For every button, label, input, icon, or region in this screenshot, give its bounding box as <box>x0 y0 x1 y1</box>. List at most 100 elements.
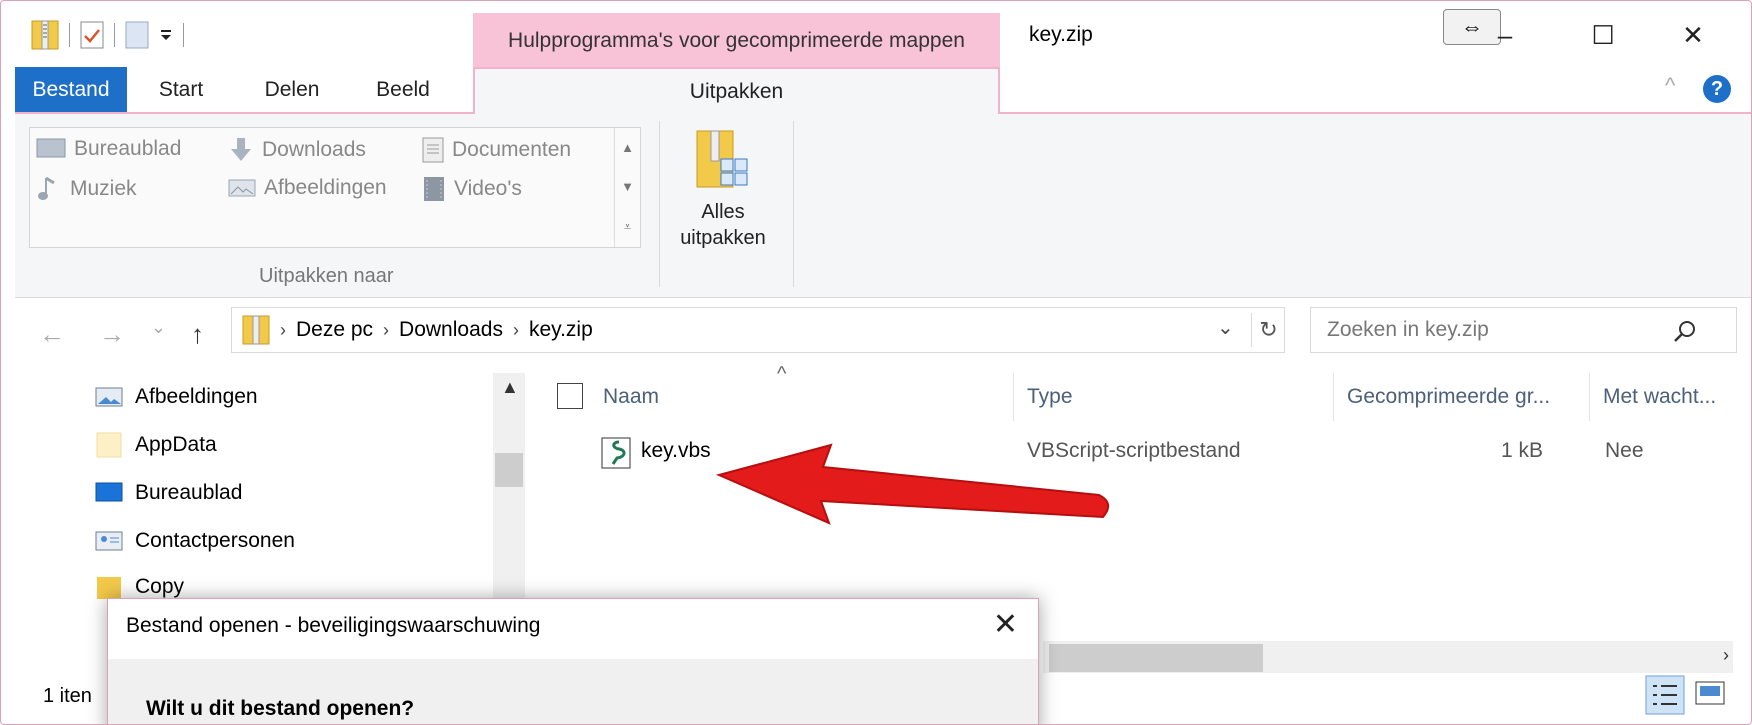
destination-afbeeldingen[interactable]: Afbeeldingen <box>228 176 387 200</box>
tree-label: Copy <box>135 575 185 598</box>
desktop-icon <box>95 482 123 502</box>
column-header-naam[interactable]: Naam <box>603 385 659 409</box>
collapse-ribbon-button[interactable]: ^ <box>1665 73 1675 99</box>
gallery-more-icon[interactable]: ⩡ <box>624 219 631 235</box>
separator <box>114 23 115 47</box>
minimize-button[interactable]: – <box>1469 11 1541 59</box>
pictures-icon <box>228 179 256 197</box>
help-button[interactable]: ? <box>1703 75 1731 103</box>
large-icons-view-icon[interactable] <box>1695 681 1725 707</box>
new-folder-icon[interactable] <box>125 21 149 49</box>
tab-start[interactable]: Start <box>127 67 235 112</box>
scroll-right-icon[interactable]: › <box>1723 645 1729 666</box>
annotation-arrow <box>715 443 1110 525</box>
vbscript-file-icon[interactable] <box>601 437 631 469</box>
recent-locations-button[interactable]: ⌄ <box>151 317 166 338</box>
dialog-close-button[interactable]: ✕ <box>993 607 1018 642</box>
breadcrumb-key-zip[interactable]: key.zip <box>529 318 593 342</box>
download-icon <box>231 138 251 161</box>
status-item-count: 1 iten <box>43 685 92 707</box>
tree-label: AppData <box>135 433 217 456</box>
breadcrumb-downloads[interactable]: Downloads <box>399 318 503 342</box>
destination-videos[interactable]: Video's <box>422 176 522 202</box>
dialog-question: Wilt u dit bestand openen? <box>146 697 415 720</box>
gallery-scroll[interactable]: ▲ ▼ ⩡ <box>614 128 640 247</box>
breadcrumb-separator[interactable]: › <box>513 320 519 341</box>
extract-all-button[interactable]: Alles uitpakken <box>663 129 783 251</box>
group-label: Uitpakken naar <box>259 265 394 287</box>
sort-indicator-icon: ^ <box>777 363 787 385</box>
tree-item-contactpersonen[interactable]: Contactpersonen <box>95 521 295 561</box>
address-bar[interactable]: › Deze pc › Downloads › key.zip <box>231 307 1285 353</box>
scroll-up-icon[interactable]: ▲ <box>501 377 519 398</box>
tab-uitpakken[interactable]: Uitpakken <box>473 67 1000 114</box>
column-divider[interactable] <box>1333 373 1334 421</box>
up-button[interactable]: ↑ <box>191 319 204 350</box>
separator <box>69 23 70 47</box>
tab-join <box>475 110 998 116</box>
explorer-window: Hulpprogramma's voor gecomprimeerde mapp… <box>0 0 1752 725</box>
destination-label: Downloads <box>262 138 366 161</box>
tab-beeld[interactable]: Beeld <box>349 67 457 112</box>
extract-all-icon <box>696 130 748 188</box>
folder-icon <box>97 577 121 599</box>
tab-bestand[interactable]: Bestand <box>15 67 127 112</box>
select-all-checkbox[interactable] <box>557 383 583 409</box>
dialog-body: Wilt u dit bestand openen? <box>108 659 1038 724</box>
maximize-button[interactable]: ☐ <box>1567 11 1639 59</box>
zip-folder-icon <box>242 315 270 345</box>
refresh-button[interactable]: ↻ <box>1251 313 1285 347</box>
scrollbar-thumb[interactable] <box>495 453 523 487</box>
file-compressed-size: 1 kB <box>1501 439 1544 462</box>
ribbon-tabs: Bestand Start Delen Beeld <box>15 67 457 112</box>
breadcrumb-separator[interactable]: › <box>280 320 286 341</box>
tab-delen[interactable]: Delen <box>235 67 349 112</box>
column-header-compressed-size[interactable]: Gecomprimeerde gr... <box>1347 385 1550 409</box>
destination-label: Muziek <box>70 177 137 200</box>
details-view-icon[interactable] <box>1645 675 1685 715</box>
column-header-password[interactable]: Met wacht... <box>1603 385 1716 409</box>
back-button[interactable]: ← <box>39 319 65 350</box>
destination-label: Video's <box>454 177 522 200</box>
properties-icon[interactable] <box>80 21 104 49</box>
quick-access-toolbar <box>31 15 184 55</box>
music-icon <box>38 176 55 200</box>
desktop-icon <box>36 138 66 158</box>
context-tab-label: Hulpprogramma's voor gecomprimeerde mapp… <box>473 13 1000 68</box>
scroll-up-icon[interactable]: ▲ <box>621 140 634 155</box>
documents-icon <box>422 137 444 163</box>
scroll-down-icon[interactable]: ▼ <box>621 179 634 194</box>
separator <box>183 23 184 47</box>
file-name[interactable]: key.vbs <box>641 439 711 463</box>
breadcrumb-deze-pc[interactable]: Deze pc <box>296 318 373 342</box>
destination-documenten[interactable]: Documenten <box>422 137 571 163</box>
videos-icon <box>424 177 444 201</box>
column-divider[interactable] <box>1013 373 1014 421</box>
destination-downloads[interactable]: Downloads <box>228 137 366 163</box>
hscroll-thumb[interactable] <box>1049 644 1263 672</box>
search-input[interactable]: Zoeken in key.zip <box>1327 318 1489 342</box>
breadcrumb-separator[interactable]: › <box>383 320 389 341</box>
destination-bureaublad[interactable]: Bureaublad <box>36 137 181 161</box>
group-divider <box>659 121 660 287</box>
tree-item-appdata[interactable]: AppData <box>95 425 217 465</box>
window-title: key.zip <box>1029 23 1093 46</box>
contacts-icon <box>95 531 123 551</box>
close-button[interactable]: ✕ <box>1657 11 1729 59</box>
destination-muziek[interactable]: Muziek <box>36 176 137 202</box>
file-password: Nee <box>1605 439 1644 462</box>
forward-button[interactable]: → <box>99 319 125 350</box>
folder-icon <box>96 432 122 458</box>
column-divider[interactable] <box>1589 373 1590 421</box>
dialog-title: Bestand openen - beveiligingswaarschuwin… <box>126 614 541 637</box>
column-header-type[interactable]: Type <box>1027 385 1073 409</box>
search-icon[interactable] <box>1673 319 1697 343</box>
customize-icon[interactable] <box>159 28 173 42</box>
tree-item-bureaublad[interactable]: Bureaublad <box>95 473 242 513</box>
zip-folder-icon[interactable] <box>31 19 59 51</box>
group-divider <box>793 121 794 287</box>
destination-label: Bureaublad <box>74 137 182 160</box>
tree-item-afbeeldingen[interactable]: Afbeeldingen <box>95 377 258 417</box>
address-dropdown-button[interactable]: ⌄ <box>1217 315 1234 340</box>
extract-all-label-line1: Alles <box>701 201 745 223</box>
